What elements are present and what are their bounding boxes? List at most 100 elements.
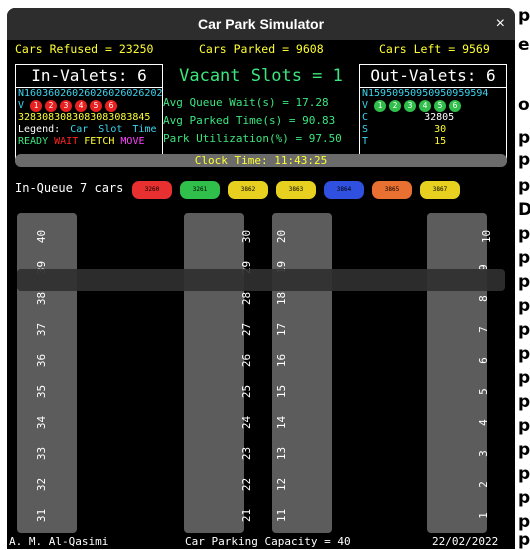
slot-number: 35 (35, 384, 49, 399)
vacant-slots: Vacant Slots = 1 (179, 66, 343, 86)
bg-letter: p (518, 464, 530, 484)
out-row-t: T 15 (360, 136, 506, 148)
scrolling-banner (17, 269, 505, 291)
close-icon[interactable]: × (496, 8, 505, 40)
legend-states: READY WAIT FETCH MOVE (16, 136, 162, 148)
valet-3-icon: 3 (404, 100, 417, 112)
slot-number: 8 (476, 295, 490, 302)
bg-letter: p (518, 128, 530, 148)
out-car: 32805 (424, 112, 455, 123)
window-titlebar[interactable]: Car Park Simulator × (7, 8, 515, 40)
slot-number: 25 (240, 384, 254, 399)
slot-number: 2 (476, 481, 490, 488)
simulator-window: Car Park Simulator × Cars Refused = 2325… (7, 8, 515, 549)
queue-car-icon: 3862 (228, 181, 268, 199)
bg-letter: p (518, 440, 530, 460)
in-valets-panel: In-Valets: 6 N16036026026026026026202 V … (15, 64, 163, 162)
bg-letter: p (518, 392, 530, 412)
bg-letter: p (518, 488, 530, 508)
queue-car-icon: 3260 (132, 181, 172, 199)
legend-row: Legend: Car Slot Time (16, 124, 162, 136)
slot-number: 6 (476, 357, 490, 364)
valet-1-icon: 1 (30, 100, 43, 112)
out-row-s: S 30 (360, 124, 506, 136)
center-stats: Vacant Slots = 1 Avg Queue Wait(s) = 17.… (163, 66, 359, 148)
valet-6-icon: 6 (105, 100, 118, 112)
slot-number: 21 (240, 508, 254, 523)
bg-letter: D (518, 200, 530, 220)
bg-letter: p (518, 150, 530, 170)
legend-car: Car (70, 124, 89, 135)
valet-5-icon: 5 (90, 100, 103, 112)
row-label: V (18, 100, 25, 111)
out-row-c: C 32805 (360, 112, 506, 124)
window-title: Car Park Simulator (197, 16, 325, 32)
slot-number: 18 (275, 291, 289, 306)
valet-3-icon: 3 (60, 100, 73, 112)
legend-slot: Slot (98, 124, 123, 135)
bg-letter: o (518, 95, 530, 115)
state-move: MOVE (120, 136, 145, 147)
lot-column-left-inner (184, 213, 244, 533)
slot-number: 5 (476, 388, 490, 395)
slot-number: 1 (476, 512, 490, 519)
row-label: C (362, 112, 369, 123)
slot-number: 14 (275, 415, 289, 430)
slot-number: 16 (275, 353, 289, 368)
slot-number: 33 (35, 446, 49, 461)
bg-letter: p (518, 248, 530, 268)
cars-left: Cars Left = 9569 (379, 42, 490, 56)
bg-letter: p (518, 224, 530, 244)
bg-letter: p (518, 344, 530, 364)
bg-letter: p (518, 296, 530, 316)
slot-number: 11 (275, 508, 289, 523)
out-valets-header: Out-Valets: 6 (360, 65, 506, 88)
out-slot: 30 (434, 124, 447, 135)
bg-letter: p (518, 368, 530, 388)
valet-4-icon: 4 (75, 100, 88, 112)
author: A. M. Al-Qasimi (9, 535, 109, 548)
stats-row: Cars Refused = 23250 Cars Parked = 9608 … (15, 42, 507, 58)
slot-number: 26 (240, 353, 254, 368)
valet-4-icon: 4 (419, 100, 432, 112)
bg-letter: p (518, 6, 530, 26)
slot-number: 3 (476, 450, 490, 457)
bg-letter: e (518, 35, 530, 55)
bg-letter: p (518, 530, 530, 550)
out-valets-row-n: N15950950950950959594 (362, 88, 489, 99)
avg-parked-time: Avg Parked Time(s) = 90.83 (163, 114, 336, 127)
footer: A. M. Al-Qasimi Car Parking Capacity = 4… (7, 535, 515, 549)
slot-number: 27 (240, 322, 254, 337)
out-valets-panel: Out-Valets: 6 N15950950950950959594 V 12… (359, 64, 507, 162)
legend-time: Time (132, 124, 157, 135)
clock-bar: Clock Time: 11:43:25 (15, 154, 507, 167)
queue-car-icon: 3863 (276, 181, 316, 199)
capacity: Car Parking Capacity = 40 (185, 535, 351, 548)
bg-letter: p (518, 320, 530, 340)
slot-number: 34 (35, 415, 49, 430)
row-label: V (362, 100, 369, 111)
cars-parked: Cars Parked = 9608 (199, 42, 324, 56)
valet-2-icon: 2 (45, 100, 58, 112)
valet-2-icon: 2 (389, 100, 402, 112)
out-valets-row-v: V 123456 (360, 100, 506, 112)
slot-number: 30 (240, 229, 254, 244)
in-valets-row-v: V 123456 (16, 100, 162, 112)
in-valets-header: In-Valets: 6 (16, 65, 162, 88)
slot-number: 38 (35, 291, 49, 306)
cars-refused: Cars Refused = 23250 (15, 42, 154, 56)
row-label: T (362, 136, 369, 147)
slot-number: 31 (35, 508, 49, 523)
slot-number: 40 (35, 229, 49, 244)
slot-number: 10 (480, 229, 494, 244)
queue-label: In-Queue 7 cars (15, 181, 124, 195)
slot-number: 32 (35, 477, 49, 492)
slot-number: 7 (476, 326, 490, 333)
valet-1-icon: 1 (374, 100, 387, 112)
slot-number: 4 (476, 419, 490, 426)
bg-letter: p (518, 512, 530, 532)
slot-number: 36 (35, 353, 49, 368)
slot-number: 37 (35, 322, 49, 337)
park-utilization: Park Utilization(%) = 97.50 (163, 132, 342, 145)
bg-letter: p (518, 416, 530, 436)
